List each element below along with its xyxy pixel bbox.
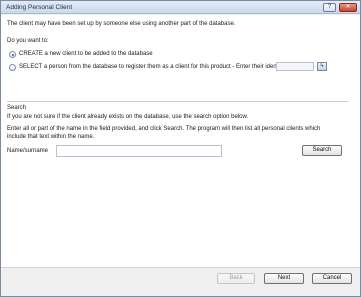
create-client-label[interactable]: CREATE a new client to be added to the d…: [19, 51, 153, 57]
identifier-input[interactable]: [276, 62, 314, 71]
select-person-radio[interactable]: [9, 64, 16, 71]
search-help-line-1: If you are not sure if the client alread…: [7, 114, 249, 120]
cancel-button[interactable]: Cancel: [312, 273, 352, 284]
name-surname-input[interactable]: [56, 145, 222, 157]
create-client-radio[interactable]: [9, 51, 16, 58]
close-button[interactable]: ✕: [339, 3, 357, 12]
search-help-line-3: include that text within the name.: [7, 134, 95, 140]
help-button[interactable]: ?: [323, 3, 336, 12]
back-button[interactable]: Back: [217, 273, 255, 284]
dialog-content: The client may have been set up by someo…: [1, 15, 360, 267]
search-heading: Search: [7, 105, 27, 111]
question-label: Do you want to:: [7, 38, 49, 44]
name-surname-label: Name/surname: [7, 148, 49, 154]
next-button[interactable]: Next: [264, 273, 304, 284]
title-bar: Adding Personal Client ? ✕: [1, 1, 360, 14]
lookup-icon: ↳: [319, 63, 325, 69]
search-button[interactable]: Search: [302, 145, 342, 156]
dialog-title: Adding Personal Client: [6, 4, 73, 11]
intro-text: The client may have been set up by someo…: [7, 21, 236, 27]
dialog-footer: Back Next Cancel: [1, 267, 360, 296]
lookup-button[interactable]: ↳: [317, 62, 327, 71]
select-person-label[interactable]: SELECT a person from the database to reg…: [19, 64, 288, 70]
adding-personal-client-dialog: Adding Personal Client ? ✕ The client ma…: [0, 0, 361, 297]
search-help-line-2: Enter all or part of the name in the fie…: [7, 126, 321, 132]
search-separator: [7, 101, 348, 102]
